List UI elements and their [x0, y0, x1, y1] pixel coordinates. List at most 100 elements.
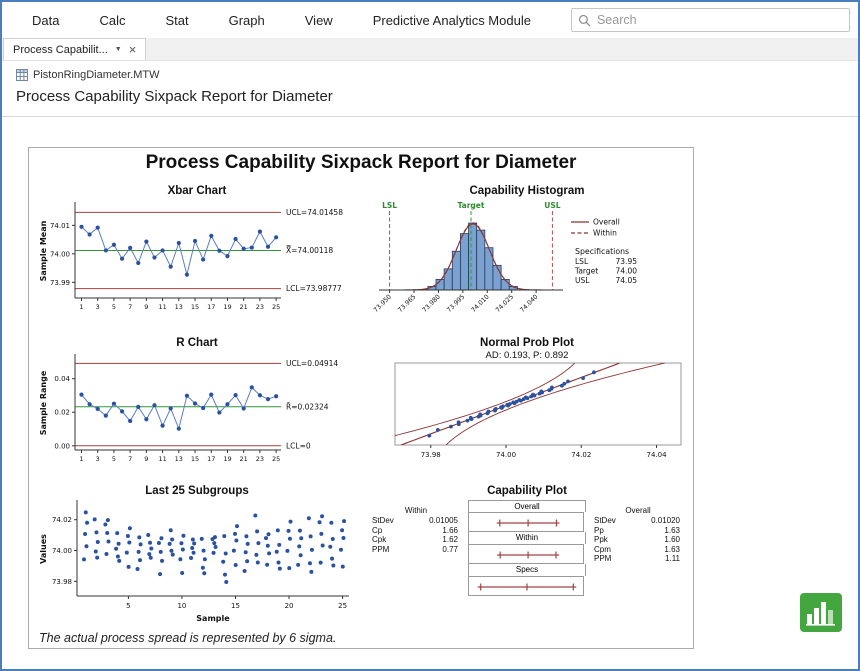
svg-text:74.02: 74.02 — [571, 451, 591, 459]
menu-item-predictive-analytics[interactable]: Predictive Analytics Module — [373, 13, 531, 28]
svg-text:Sample Mean: Sample Mean — [39, 220, 48, 281]
svg-text:23: 23 — [256, 303, 264, 311]
svg-text:73.950: 73.950 — [372, 293, 393, 314]
report-panel: Process Capability Sixpack Report for Di… — [28, 147, 694, 649]
svg-text:25: 25 — [272, 455, 280, 463]
search-box[interactable] — [571, 8, 850, 32]
svg-text:5: 5 — [112, 303, 116, 311]
svg-text:5: 5 — [112, 455, 116, 463]
menu-item-calc[interactable]: Calc — [99, 13, 125, 28]
chevron-down-icon[interactable]: ▼ — [115, 46, 122, 53]
svg-text:20: 20 — [285, 602, 294, 610]
svg-text:25: 25 — [338, 602, 347, 610]
svg-text:LCL=73.98777: LCL=73.98777 — [286, 284, 342, 293]
prob-plot-canvas: 73.9874.0074.0274.04 — [365, 361, 689, 476]
svg-text:73.98: 73.98 — [52, 578, 72, 586]
svg-text:Within: Within — [593, 229, 617, 238]
svg-text:7: 7 — [128, 303, 132, 311]
app-window: Data Calc Stat Graph View Predictive Ana… — [0, 0, 860, 671]
capability-histogram[interactable]: Capability Histogram LSLTargetUSL73.9507… — [365, 184, 689, 330]
svg-text:USL: USL — [544, 201, 560, 210]
report-footnote: The actual process spread is represented… — [39, 631, 336, 645]
report-title: Process Capability Sixpack Report for Di… — [29, 152, 693, 174]
svg-text:21: 21 — [240, 455, 248, 463]
chart-subtitle: AD: 0.193, P: 0.892 — [365, 350, 689, 361]
interval-plot: OverallWithinSpecs — [468, 500, 586, 596]
svg-text:USL: USL — [575, 276, 590, 285]
svg-text:15: 15 — [191, 303, 199, 311]
histogram-svg: LSLTargetUSL73.95073.96573.98073.99574.0… — [365, 198, 689, 330]
svg-text:9: 9 — [144, 455, 148, 463]
svg-text:74.00: 74.00 — [496, 451, 516, 459]
last-25-subgroups-chart[interactable]: Last 25 Subgroups 74.0274.0073.985101520… — [35, 484, 359, 634]
content-area: PistonRingDiameter.MTW Process Capabilit… — [2, 61, 858, 669]
svg-text:74.00: 74.00 — [616, 267, 638, 276]
svg-text:74.04: 74.04 — [647, 451, 668, 459]
capability-plot-canvas: WithinStDev0.01005Cp1.66Cpk1.62PPM0.77Ov… — [365, 498, 689, 596]
svg-text:13: 13 — [175, 455, 183, 463]
within-stats: WithinStDev0.01005Cp1.66Cpk1.62PPM0.77 — [370, 500, 462, 596]
svg-text:74.05: 74.05 — [616, 276, 638, 285]
svg-text:74.01: 74.01 — [50, 222, 70, 230]
tab-label: Process Capabilit... — [13, 44, 108, 56]
svg-text:73.995: 73.995 — [446, 293, 467, 314]
svg-text:0.02: 0.02 — [54, 409, 70, 417]
svg-text:74.040: 74.040 — [519, 293, 540, 314]
close-icon[interactable]: × — [129, 43, 137, 56]
menu-item-data[interactable]: Data — [32, 13, 59, 28]
svg-text:7: 7 — [128, 455, 132, 463]
svg-text:Sample Range: Sample Range — [39, 370, 48, 435]
capability-plot[interactable]: Capability Plot WithinStDev0.01005Cp1.66… — [365, 484, 689, 634]
graph-badge-icon[interactable] — [800, 593, 842, 632]
search-input[interactable] — [597, 13, 843, 27]
svg-text:21: 21 — [240, 303, 248, 311]
svg-text:9: 9 — [144, 303, 148, 311]
svg-text:Target: Target — [458, 201, 485, 210]
svg-text:74.02: 74.02 — [52, 516, 72, 524]
svg-text:R̄=0.02324: R̄=0.02324 — [286, 402, 329, 411]
r-chart[interactable]: R Chart UCL=0.04914R̄=0.02324LCL=00.040.… — [35, 336, 359, 482]
svg-text:Sample: Sample — [196, 614, 230, 623]
svg-text:3: 3 — [96, 303, 100, 311]
menu-item-stat[interactable]: Stat — [165, 13, 188, 28]
xbar-chart[interactable]: Xbar Chart UCL=74.01458X̿=74.00118LCL=73… — [35, 184, 359, 330]
normal-prob-plot[interactable]: Normal Prob Plot AD: 0.193, P: 0.892 73.… — [365, 336, 689, 482]
svg-text:15: 15 — [191, 455, 199, 463]
separator — [2, 116, 858, 117]
tab-process-capability[interactable]: Process Capabilit... ▼ × — [3, 38, 146, 60]
histogram-canvas: LSLTargetUSL73.95073.96573.98073.99574.0… — [365, 198, 689, 335]
svg-text:74.010: 74.010 — [470, 293, 491, 314]
probplot-svg: 73.9874.0074.0274.04 — [365, 361, 689, 471]
svg-text:19: 19 — [223, 455, 231, 463]
svg-text:23: 23 — [256, 455, 264, 463]
svg-text:UCL=0.04914: UCL=0.04914 — [286, 359, 338, 368]
svg-text:X̿=74.00118: X̿=74.00118 — [286, 246, 333, 255]
svg-text:Values: Values — [39, 534, 48, 564]
svg-text:0.04: 0.04 — [54, 375, 70, 383]
worksheet-icon — [16, 69, 28, 81]
svg-text:13: 13 — [175, 303, 183, 311]
tab-bar: Process Capabilit... ▼ × — [2, 38, 858, 61]
svg-text:LSL: LSL — [575, 257, 589, 266]
r-chart-canvas: UCL=0.04914R̄=0.02324LCL=00.040.020.0013… — [35, 350, 359, 471]
chart-title: Last 25 Subgroups — [35, 484, 359, 498]
xbar-chart-canvas: UCL=74.01458X̿=74.00118LCL=73.9877774.01… — [35, 198, 359, 319]
svg-text:15: 15 — [231, 602, 240, 610]
svg-text:74.025: 74.025 — [495, 293, 516, 314]
svg-text:73.965: 73.965 — [397, 293, 418, 314]
menu-bar: Data Calc Stat Graph View Predictive Ana… — [2, 2, 858, 38]
worksheet-name[interactable]: PistonRingDiameter.MTW — [33, 69, 160, 81]
svg-text:LSL: LSL — [382, 201, 397, 210]
svg-text:19: 19 — [223, 303, 231, 311]
document-heading: Process Capability Sixpack Report for Di… — [2, 81, 858, 105]
menu-item-graph[interactable]: Graph — [229, 13, 265, 28]
chart-title: Xbar Chart — [35, 184, 359, 198]
svg-text:Target: Target — [574, 267, 598, 276]
last25-svg: 74.0274.0073.98510152025SampleValues — [35, 498, 359, 632]
chart-title: R Chart — [35, 336, 359, 350]
menu-item-view[interactable]: View — [305, 13, 333, 28]
svg-text:3: 3 — [96, 455, 100, 463]
svg-text:Overall: Overall — [593, 218, 620, 227]
svg-text:73.980: 73.980 — [421, 293, 442, 314]
svg-text:17: 17 — [207, 303, 215, 311]
